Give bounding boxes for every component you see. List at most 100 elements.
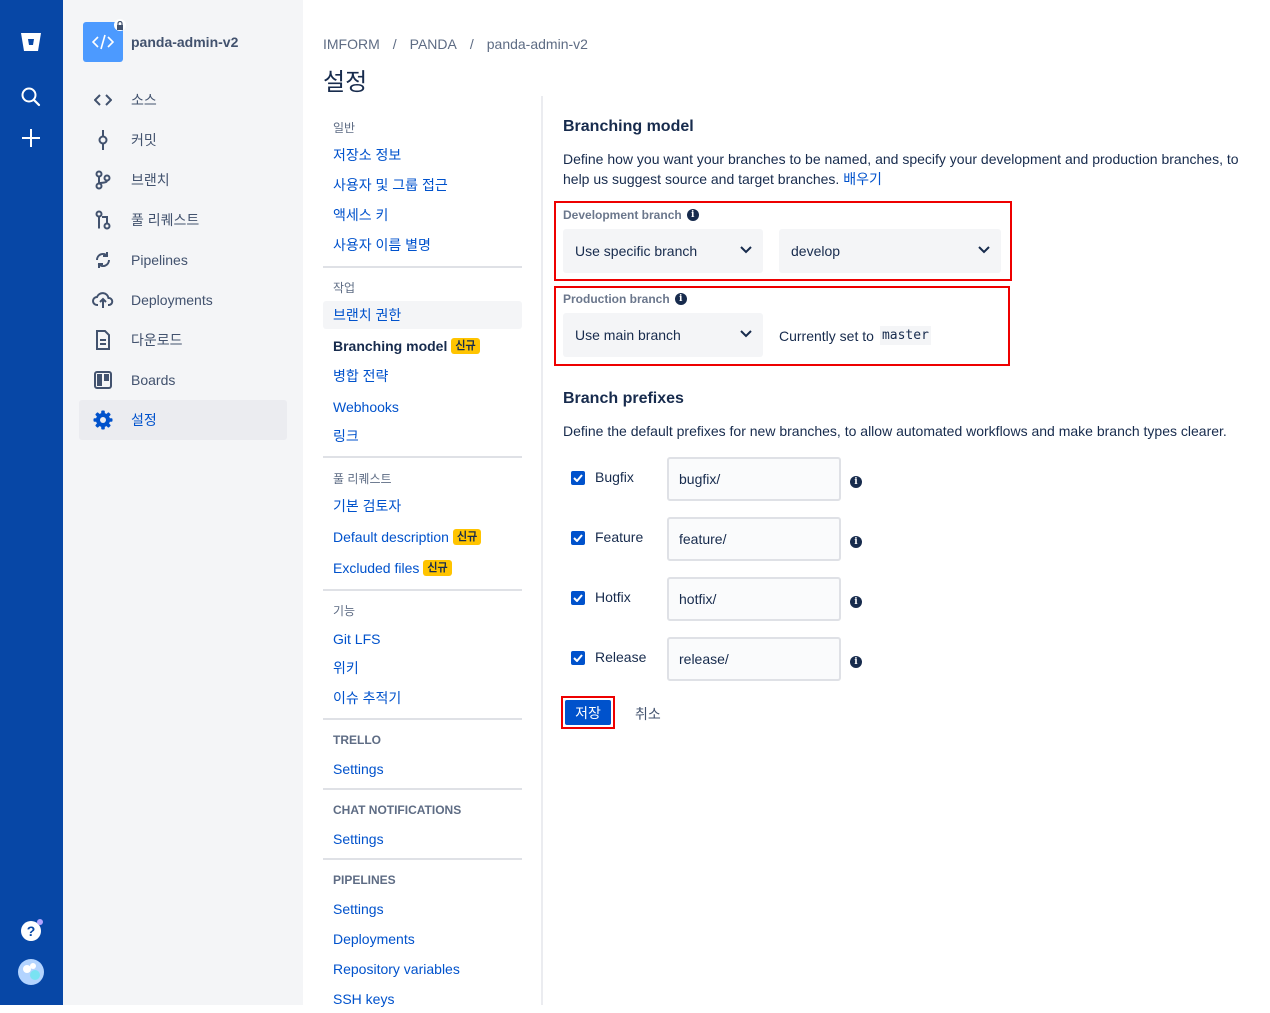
settings-link-excluded-files[interactable]: Excluded files 신규 [323,554,522,582]
settings-link-chat-settings[interactable]: Settings [323,825,522,853]
divider [323,266,522,268]
breadcrumb-workspace[interactable]: IMFORM [323,36,380,52]
select-value: develop [791,243,841,259]
user-avatar[interactable] [15,956,47,988]
search-icon[interactable] [15,81,47,113]
new-badge: 신규 [452,529,482,545]
settings-link-repository-details[interactable]: 저장소 정보 [323,141,522,169]
section-title-branch-prefixes: Branch prefixes [563,390,684,407]
sidebar-item-settings[interactable]: 설정 [79,400,287,440]
bugfix-prefix-input[interactable]: bugfix/ [667,457,841,501]
bugfix-checkbox[interactable] [571,471,585,485]
project-sidebar: panda-admin-v2 소스 커밋 브랜치 풀 리퀘스트 Pipeline… [63,0,303,1005]
breadcrumb-project[interactable]: PANDA [410,36,457,52]
development-branch-mode-select[interactable]: Use specific branch [563,229,763,273]
sidebar-item-label: 다운로드 [131,332,183,348]
lock-icon [114,19,126,31]
select-value: Use specific branch [575,243,698,259]
sidebar-item-deployments[interactable]: Deployments [79,280,287,320]
learn-more-link[interactable]: 배우기 [843,171,882,187]
repository-header[interactable]: panda-admin-v2 [83,19,238,62]
settings-link-pipelines-deployments[interactable]: Deployments [323,925,522,953]
release-prefix-input[interactable]: release/ [667,637,841,681]
feature-checkbox[interactable] [571,531,585,545]
settings-link-trello-settings[interactable]: Settings [323,755,522,783]
info-icon[interactable]: i [850,651,862,669]
sidebar-item-downloads[interactable]: 다운로드 [79,320,287,360]
checkbox-label[interactable]: Hotfix [595,589,631,605]
checkbox-label[interactable]: Feature [595,529,643,545]
info-icon[interactable]: i [674,293,687,305]
settings-link-branch-permissions[interactable]: 브랜치 권한 [323,301,522,329]
settings-link-label: Branching model [333,338,448,354]
sidebar-item-label: 브랜치 [131,172,170,188]
code-icon [91,88,115,112]
sidebar-item-source[interactable]: 소스 [79,80,287,120]
pipelines-icon [91,248,115,272]
settings-link-username-aliases[interactable]: 사용자 이름 별명 [323,231,522,259]
page-title: 설정 [323,69,368,96]
development-branch-select[interactable]: develop [779,229,1001,273]
sidebar-item-commits[interactable]: 커밋 [79,120,287,160]
gear-icon [91,408,115,432]
settings-link-git-lfs[interactable]: Git LFS [323,625,522,653]
checkbox-label[interactable]: Bugfix [595,469,634,485]
description-text: Define how you want your branches to be … [563,151,1239,187]
currently-text: Currently set to [779,327,874,344]
settings-link-access-keys[interactable]: 액세스 키 [323,201,522,229]
new-badge: 신규 [423,560,452,576]
settings-link-branching-model[interactable]: Branching model 신규 [323,332,522,360]
settings-link-default-description[interactable]: Default description 신규 [323,523,522,551]
settings-link-user-group-access[interactable]: 사용자 및 그룹 접근 [323,171,522,199]
repository-avatar [83,19,126,62]
sidebar-item-branches[interactable]: 브랜치 [79,160,287,200]
sidebar-item-pull-requests[interactable]: 풀 리퀘스트 [79,200,287,240]
divider [323,589,522,591]
settings-link-links[interactable]: 링크 [323,422,522,450]
hotfix-checkbox[interactable] [571,591,585,605]
sidebar-item-boards[interactable]: Boards [79,360,287,400]
breadcrumb-separator: / [392,36,397,52]
info-icon[interactable]: i [850,471,862,489]
divider [323,858,522,860]
downloads-icon [91,328,115,352]
feature-prefix-input[interactable]: feature/ [667,517,841,561]
save-button[interactable]: 저장 [561,696,615,729]
info-icon[interactable]: i [686,209,699,221]
chevron-down-icon [740,330,752,338]
production-branch-mode-select[interactable]: Use main branch [563,313,763,357]
sidebar-item-pipelines[interactable]: Pipelines [79,240,287,280]
section-heading-trello: TRELLO [333,733,381,747]
cancel-button[interactable]: 취소 [635,704,661,724]
settings-link-webhooks[interactable]: Webhooks [323,393,522,421]
create-plus-icon[interactable] [15,122,47,154]
breadcrumb-repository[interactable]: panda-admin-v2 [487,36,588,52]
settings-link-default-reviewers[interactable]: 기본 검토자 [323,492,522,520]
section-heading-chat-notifications: CHAT NOTIFICATIONS [333,803,462,817]
settings-link-issue-tracker[interactable]: 이슈 추적기 [323,684,522,712]
settings-link-wiki[interactable]: 위키 [323,654,522,682]
settings-link-pipelines-settings[interactable]: Settings [323,895,522,923]
bitbucket-logo-icon[interactable] [15,26,47,58]
save-button-label: 저장 [565,700,611,725]
sidebar-item-label: 소스 [131,92,157,108]
release-checkbox[interactable] [571,651,585,665]
section-heading-pull-requests: 풀 리퀘스트 [333,472,392,486]
chevron-down-icon [740,246,752,254]
hotfix-prefix-input[interactable]: hotfix/ [667,577,841,621]
info-icon[interactable]: i [850,591,862,609]
production-branch-label: Production branch i [563,292,687,306]
section-heading-features: 기능 [333,604,356,618]
sidebar-item-label: Pipelines [131,252,188,268]
sidebar-item-label: 설정 [131,412,157,428]
settings-link-repository-variables[interactable]: Repository variables [323,955,522,983]
info-icon[interactable]: i [850,531,862,549]
section-heading-workflow: 작업 [333,281,356,295]
checkbox-label[interactable]: Release [595,649,646,665]
settings-link-ssh-keys[interactable]: SSH keys [323,985,522,1013]
section-title-branching-model: Branching model [563,118,694,135]
help-icon[interactable]: ? [15,915,47,947]
chevron-down-icon [978,246,990,254]
settings-link-merge-strategies[interactable]: 병합 전략 [323,362,522,390]
section-heading-general: 일반 [333,121,356,135]
